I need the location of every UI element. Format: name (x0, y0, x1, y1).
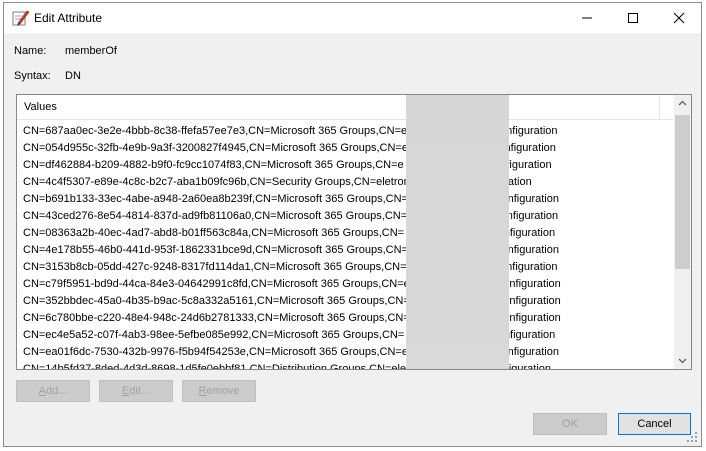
name-label: Name: (14, 45, 47, 57)
close-icon (673, 12, 685, 24)
syntax-value: DN (65, 70, 81, 82)
redaction-block (406, 95, 509, 369)
maximize-icon (628, 13, 638, 23)
list-item[interactable]: CN=3153b8cb-05dd-427c-9248-8317fd114da1,… (17, 259, 673, 276)
window-title: Edit Attribute (34, 11, 103, 25)
minimize-button[interactable] (564, 3, 610, 33)
title-bar[interactable]: Edit Attribute (4, 3, 701, 33)
minimize-icon (582, 17, 592, 19)
list-item[interactable]: CN=43ced276-8e54-4814-837d-ad9fb81106a0,… (17, 208, 673, 225)
list-item[interactable]: CN=054d955c-32fb-4e9b-9a3f-3200827f4945,… (17, 140, 673, 157)
cancel-button[interactable]: Cancel (618, 413, 691, 435)
header-divider (659, 95, 660, 119)
list-item[interactable]: CN=ea01f6dc-7530-432b-9976-f5b94f54253e,… (17, 344, 673, 361)
list-item[interactable]: CN=ec4e5a52-c07f-4ab3-98ee-5efbe085e992,… (17, 327, 673, 344)
values-header-label: Values (24, 101, 57, 113)
values-rows: CN=687aa0ec-3e2e-4bbb-8c38-ffefa57ee7e3,… (17, 123, 673, 369)
resize-grip-icon[interactable] (686, 431, 698, 443)
remove-button[interactable]: Remove (182, 380, 256, 402)
ok-button[interactable]: OK (533, 413, 607, 435)
quill-icon (12, 10, 30, 26)
vertical-scrollbar[interactable] (674, 95, 691, 369)
close-button[interactable] (656, 3, 702, 33)
edit-attribute-dialog: Edit Attribute Name: memberOf Syntax: DN… (3, 2, 702, 447)
list-item[interactable]: CN=14b5fd37-8ded-4d3d-8698-1d5fe0ebbf81,… (17, 361, 673, 369)
list-item[interactable]: CN=6c780bbe-c220-48e4-948c-24d6b2781333,… (17, 310, 673, 327)
list-item[interactable]: CN=df462884-b209-4882-b9f0-fc9cc1074f83,… (17, 157, 673, 174)
scroll-down-icon[interactable] (674, 352, 691, 369)
values-column-header[interactable]: Values (17, 95, 673, 120)
scrollbar-thumb[interactable] (675, 115, 690, 269)
list-item[interactable]: CN=352bbdec-45a0-4b35-b9ac-5c8a332a5161,… (17, 293, 673, 310)
scroll-up-icon[interactable] (674, 95, 691, 112)
maximize-button[interactable] (610, 3, 656, 33)
syntax-label: Syntax: (14, 70, 51, 82)
values-list[interactable]: Values CN=687aa0ec-3e2e-4bbb-8c38-ffefa5… (16, 94, 692, 370)
list-item[interactable]: CN=08363a2b-40ec-4ad7-abd8-b01ff563c84a,… (17, 225, 673, 242)
edit-button[interactable]: Edit... (99, 380, 173, 402)
list-item[interactable]: CN=687aa0ec-3e2e-4bbb-8c38-ffefa57ee7e3,… (17, 123, 673, 140)
list-item[interactable]: CN=b691b133-33ec-4abe-a948-2a60ea8b239f,… (17, 191, 673, 208)
list-item[interactable]: CN=c79f5951-bd9d-44ca-84e3-04642991c8fd,… (17, 276, 673, 293)
list-item[interactable]: CN=4e178b55-46b0-441d-953f-1862331bce9d,… (17, 242, 673, 259)
name-value: memberOf (65, 45, 117, 57)
add-button[interactable]: Add... (16, 380, 90, 402)
list-item[interactable]: CN=4c4f5307-e89e-4c8c-b2c7-aba1b09fc96b,… (17, 174, 673, 191)
